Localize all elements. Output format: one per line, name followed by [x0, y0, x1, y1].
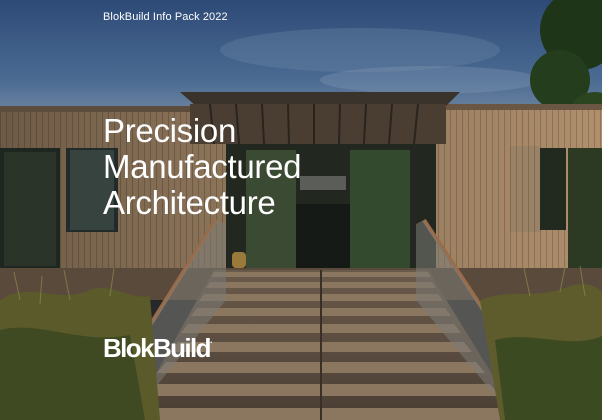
info-pack-cover: BlokBuild Info Pack 2022 Precision Manuf… [0, 0, 602, 420]
headline-line-3: Architecture [103, 184, 276, 221]
logo-mark: . [209, 335, 213, 345]
logo-wordmark: BlokBuild [103, 333, 212, 363]
headline-line-1: Precision [103, 112, 237, 149]
cover-headline: Precision Manufactured Architecture [103, 113, 301, 221]
headline-line-2: Manufactured [103, 148, 302, 185]
blokbuild-logo: BlokBuild. [103, 333, 212, 364]
info-pack-label: BlokBuild Info Pack 2022 [103, 11, 228, 23]
